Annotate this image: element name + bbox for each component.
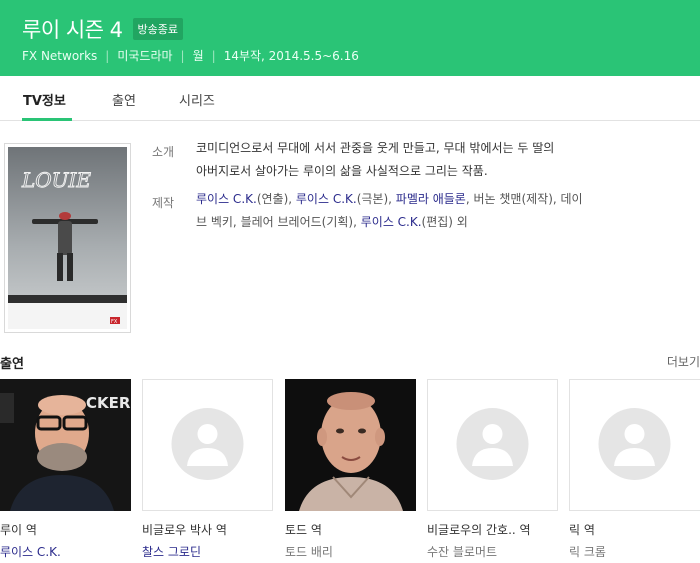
program-title[interactable]: 루이 시즌 4 [22, 14, 123, 44]
network-link[interactable]: FX Networks [22, 49, 97, 63]
credit-person-link[interactable]: 루이스 C.K. [361, 215, 422, 229]
cast-actor-link[interactable]: 루이스 C.K. [0, 543, 61, 560]
program-meta: FX Networks | 미국드라마 | 월 | 14부작, 2014.5.5… [22, 47, 359, 64]
credit-person-link[interactable]: 파멜라 애들론 [396, 192, 466, 206]
cast-photo[interactable] [285, 379, 416, 511]
production-label: 제작 [152, 196, 175, 210]
tab-cast[interactable]: 출연 [112, 90, 136, 109]
cast-role: 토드 역 [285, 523, 322, 537]
poster-network-logo: FX [111, 319, 118, 325]
intro-text: 코미디언으로서 무대에 서서 관중을 웃게 만들고, 무대 밖에서는 두 딸의 … [196, 137, 666, 183]
user-silhouette-icon [456, 408, 529, 480]
cast-photo-placeholder[interactable] [142, 379, 273, 511]
tab-bar: TV정보 출연 시리즈 [0, 76, 700, 121]
tab-series[interactable]: 시리즈 [179, 90, 215, 109]
title-row: 루이 시즌 4 방송종료 [22, 14, 183, 44]
poster-thumbnail[interactable]: LOUIE FX [4, 143, 131, 333]
user-silhouette-icon [598, 408, 671, 480]
cast-photo-placeholder[interactable] [569, 379, 700, 511]
credit-role: (연출), [256, 192, 296, 206]
credit-person-link[interactable]: 루이스 C.K. [296, 192, 357, 206]
active-tab-indicator [22, 118, 72, 121]
cast-role: 릭 역 [569, 523, 595, 537]
cast-actor-link[interactable]: 찰스 그로딘 [142, 543, 201, 560]
user-silhouette-icon [171, 408, 244, 480]
genre-text: 미국드라마 [117, 49, 173, 63]
cast-role: 비글로우 박사 역 [142, 523, 227, 537]
episodes-dates-text: 14부작, 2014.5.5~6.16 [223, 49, 359, 63]
cast-section-title: 출연 [0, 357, 24, 372]
photo-backdrop-text: CKER [86, 394, 131, 412]
credit-role: (극본), [356, 192, 396, 206]
cast-role: 비글로우의 간호.. 역 [427, 523, 531, 537]
intro-line: 코미디언으로서 무대에 서서 관중을 웃게 만들고, 무대 밖에서는 두 딸의 [196, 141, 555, 155]
cast-photo-placeholder[interactable] [427, 379, 558, 511]
actor-photo [285, 379, 416, 511]
poster-image: LOUIE FX [8, 147, 127, 329]
more-link[interactable]: 더보기 [667, 353, 700, 370]
air-day-text: 월 [192, 49, 204, 63]
program-header: 루이 시즌 4 방송종료 FX Networks | 미국드라마 | 월 | 1… [0, 0, 700, 76]
cast-actor-text: 토드 배리 [285, 545, 333, 559]
meta-divider: | [180, 48, 185, 63]
cast-actor-text: 릭 크롬 [569, 545, 606, 559]
tab-tv-info[interactable]: TV정보 [23, 90, 66, 109]
intro-label: 소개 [152, 145, 175, 159]
actor-photo: CKER [0, 379, 131, 511]
production-credits: 루이스 C.K.(연출), 루이스 C.K.(극본), 파멜라 애들론, 버논 … [196, 188, 666, 234]
meta-divider: | [211, 48, 216, 63]
status-badge: 방송종료 [132, 18, 183, 40]
credit-role: (편집) 외 [421, 215, 468, 229]
cast-photo[interactable]: CKER [0, 379, 131, 511]
credit-role: , 버논 챗맨(제작), 데이 [465, 192, 583, 206]
intro-line: 아버지로서 살아가는 루이의 삶을 사실적으로 그리는 작품. [196, 164, 488, 178]
cast-actor-text: 수잔 블로머트 [427, 545, 498, 559]
credit-person-link[interactable]: 루이스 C.K. [196, 192, 257, 206]
cast-role: 루이 역 [0, 523, 37, 537]
credit-role: 브 벡키, 블레어 브레어드(기획), [196, 215, 361, 229]
poster-title-text: LOUIE [21, 168, 91, 192]
meta-divider: | [105, 48, 110, 63]
